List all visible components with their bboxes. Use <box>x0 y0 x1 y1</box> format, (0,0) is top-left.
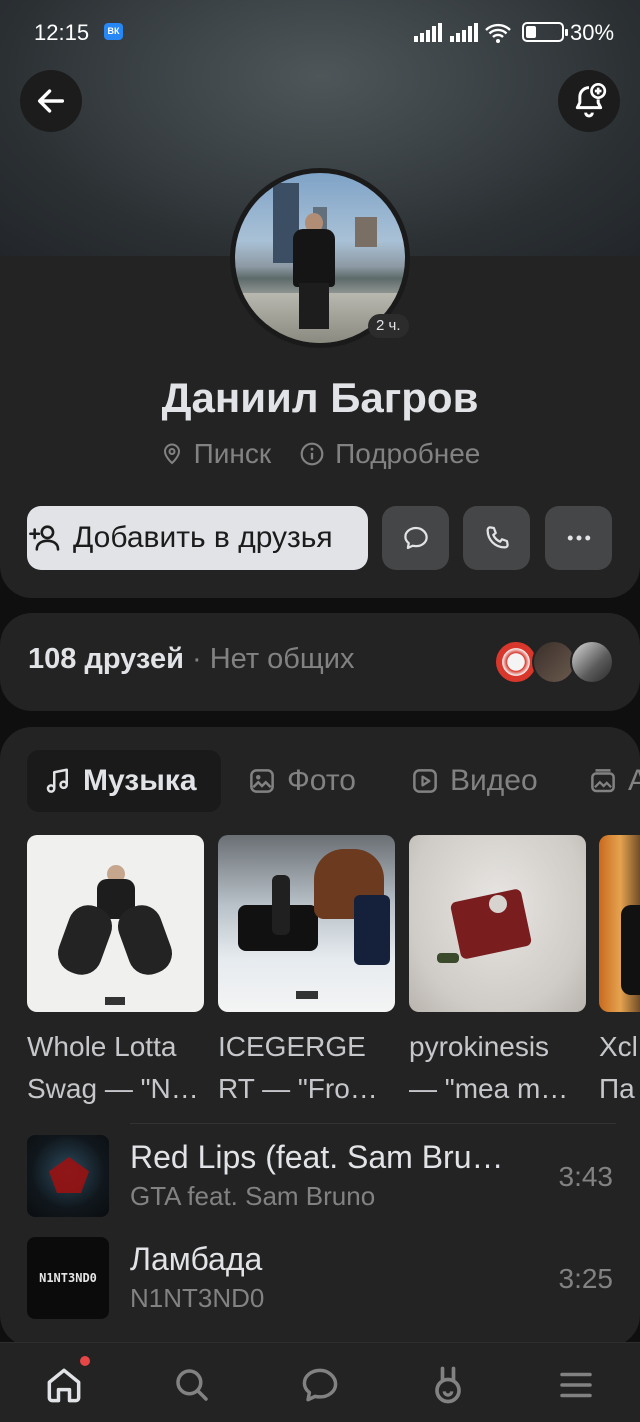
profile-name: Даниил Багров <box>161 374 479 421</box>
music-albums: Whole Lotta Swag — "N… ICEGERGE RT — "Fr… <box>27 835 640 1115</box>
nav-search[interactable] <box>168 1361 216 1409</box>
more-info-label: Подробнее <box>335 438 481 469</box>
album-card[interactable]: Xcl Па <box>599 835 640 1110</box>
arrow-left-icon <box>37 89 65 113</box>
video-icon <box>413 769 437 793</box>
album-cover <box>409 835 586 1012</box>
album-title-line2: — "mea m… <box>409 1073 569 1104</box>
album-cover <box>218 835 395 1012</box>
tab-music[interactable]: Музыка <box>27 750 221 812</box>
add-user-icon <box>29 525 60 551</box>
location-pin-icon <box>163 443 180 465</box>
track-cover <box>27 1135 109 1217</box>
album-title-line2: RT — "Fro… <box>218 1073 378 1104</box>
mutual-friends: Нет общих <box>209 643 355 675</box>
track-title: Ламбада <box>130 1241 263 1277</box>
signal-wifi-icons <box>414 23 511 43</box>
album-cover <box>599 835 640 1012</box>
profile-meta: Пинск Подробнее <box>0 438 640 470</box>
album-icon <box>591 769 615 793</box>
track-duration: 3:43 <box>558 1161 614 1192</box>
profile-card: 2 ч. Даниил Багров Пинск Подробнее Добав… <box>0 0 640 598</box>
more-options-button[interactable] <box>545 506 612 570</box>
divider <box>130 1123 616 1124</box>
album-title-line2: Swag — "N… <box>27 1073 199 1104</box>
profile-actions: Добавить в друзья <box>27 506 613 570</box>
album-title-line1: ICEGERGE <box>218 1031 366 1062</box>
track-row[interactable]: N1NT3ND0 Ламбада N1NT3ND0 3:25 <box>27 1237 617 1319</box>
friends-summary: 108 друзей · Нет общих <box>28 643 355 675</box>
search-icon <box>176 1369 208 1401</box>
track-title: Red Lips (feat. Sam Bru… <box>130 1139 504 1175</box>
tab-albums[interactable]: А <box>588 750 640 812</box>
album-cover <box>27 835 204 1012</box>
notification-dot <box>80 1356 90 1366</box>
call-button[interactable] <box>463 506 530 570</box>
album-title-line1: Whole Lotta <box>27 1031 177 1062</box>
vk-notification-icon: ВК <box>104 23 123 40</box>
phone-icon <box>486 526 509 549</box>
battery-percent: 30% <box>570 20 615 45</box>
home-icon <box>47 1368 81 1403</box>
messages-icon <box>302 1368 338 1402</box>
album-title-line1: pyrokinesis <box>409 1031 550 1062</box>
clips-icon <box>435 1366 461 1404</box>
album-card[interactable]: Whole Lotta Swag — "N… <box>27 835 204 1110</box>
nav-home[interactable] <box>40 1361 88 1409</box>
track-artist: N1NT3ND0 <box>130 1283 265 1313</box>
message-button[interactable] <box>382 506 449 570</box>
battery-icon <box>522 22 568 42</box>
back-button[interactable] <box>20 70 82 132</box>
status-bar: 12:15 ВК 30% <box>0 0 640 64</box>
more-dots-icon <box>567 535 590 541</box>
city-label: Пинск <box>193 438 272 469</box>
album-title-line2: Па <box>599 1073 635 1104</box>
album-card[interactable]: pyrokinesis — "mea m… <box>409 835 586 1110</box>
status-time: 12:15 <box>34 20 90 45</box>
friend-avatar <box>570 640 614 684</box>
nav-menu[interactable] <box>552 1361 600 1409</box>
last-seen-badge: 2 ч. <box>368 314 409 338</box>
more-info-link[interactable]: Подробнее <box>299 438 480 470</box>
nav-clips[interactable] <box>424 1361 472 1409</box>
track-cover: N1NT3ND0 <box>27 1237 109 1319</box>
track-row[interactable]: Red Lips (feat. Sam Bru… GTA feat. Sam B… <box>27 1135 617 1217</box>
album-title-line1: Xcl <box>599 1031 638 1062</box>
album-card[interactable]: ICEGERGE RT — "Fro… <box>218 835 395 1110</box>
photo-icon <box>250 769 274 793</box>
track-duration: 3:25 <box>558 1263 614 1294</box>
track-artist: GTA feat. Sam Bruno <box>130 1181 376 1211</box>
music-note-icon <box>46 768 68 793</box>
tab-photos[interactable]: Фото <box>247 750 356 812</box>
media-tabs: Музыка Фото Видео А <box>27 750 640 812</box>
subscribe-notifications-button[interactable] <box>558 70 620 132</box>
bell-plus-icon <box>575 83 607 118</box>
add-friend-label: Добавить в друзья <box>73 521 333 554</box>
friends-count: 108 друзей <box>28 643 184 675</box>
city-link[interactable]: Пинск <box>160 438 271 470</box>
bottom-nav <box>0 1342 640 1422</box>
media-card: Музыка Фото Видео А Whole Lotta Swag — "… <box>0 727 640 1347</box>
add-friend-button[interactable]: Добавить в друзья <box>27 506 368 570</box>
nav-messages[interactable] <box>296 1361 344 1409</box>
message-bubble-icon <box>403 526 428 550</box>
tab-videos[interactable]: Видео <box>410 750 538 812</box>
menu-icon <box>560 1372 592 1398</box>
info-icon <box>300 442 324 466</box>
